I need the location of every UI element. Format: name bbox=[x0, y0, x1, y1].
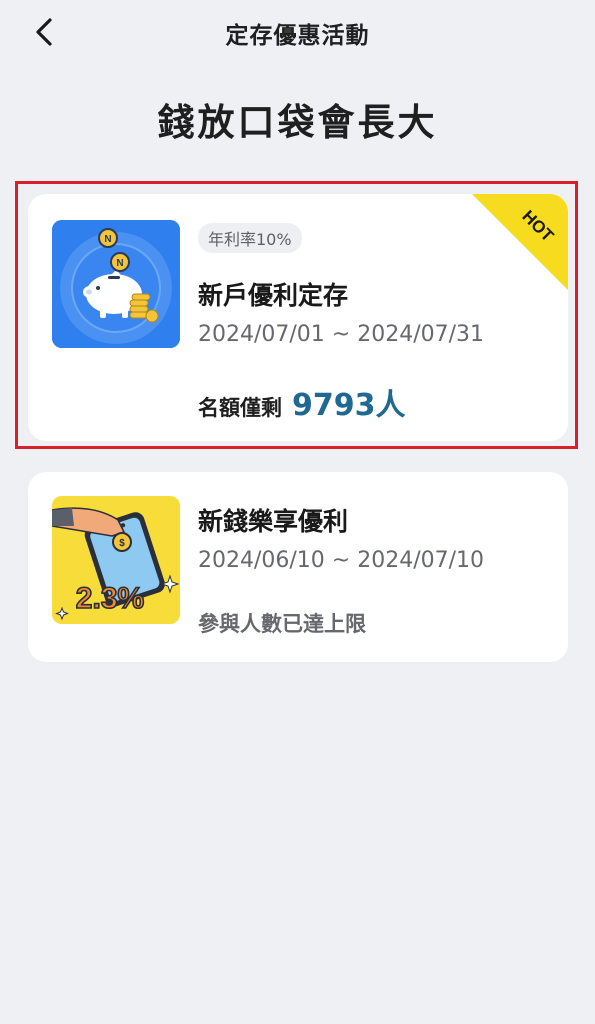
offer-card-new-money[interactable]: $ 2.3% 新錢樂享優利 2024/06/10 ~ 2024/07/10 參與… bbox=[28, 472, 568, 662]
svg-text:$: $ bbox=[119, 538, 125, 549]
quota-remaining: 名額僅剩 9793人 bbox=[198, 380, 406, 424]
interest-rate-badge: 年利率10% bbox=[198, 223, 302, 253]
offer-date-range: 2024/07/01 ~ 2024/07/31 bbox=[198, 322, 485, 347]
svg-text:N: N bbox=[116, 258, 123, 269]
hot-ribbon: HOT bbox=[472, 194, 568, 290]
quota-label: 名額僅剩 bbox=[198, 396, 282, 420]
piggy-bank-coins-icon: N N bbox=[52, 220, 180, 348]
offer-title: 新戶優利定存 bbox=[198, 281, 349, 310]
phone-coin-deposit-icon: $ 2.3% bbox=[52, 496, 180, 624]
offer-status: 參與人數已達上限 bbox=[198, 612, 366, 636]
offer-date-range: 2024/06/10 ~ 2024/07/10 bbox=[198, 548, 485, 573]
quota-value: 9793人 bbox=[292, 388, 406, 423]
offer-card-new-account[interactable]: N N 年利率10% 新戶優利定存 2024/07/01 ~ 2024/07/3… bbox=[28, 194, 568, 441]
offer-title: 新錢樂享優利 bbox=[198, 507, 349, 536]
svg-text:N: N bbox=[104, 234, 111, 245]
page-heading: 錢放口袋會長大 bbox=[157, 101, 438, 144]
top-bar: 定存優惠活動 bbox=[0, 0, 595, 64]
rate-image-text: 2.3% bbox=[76, 582, 144, 615]
nav-title: 定存優惠活動 bbox=[225, 23, 370, 49]
